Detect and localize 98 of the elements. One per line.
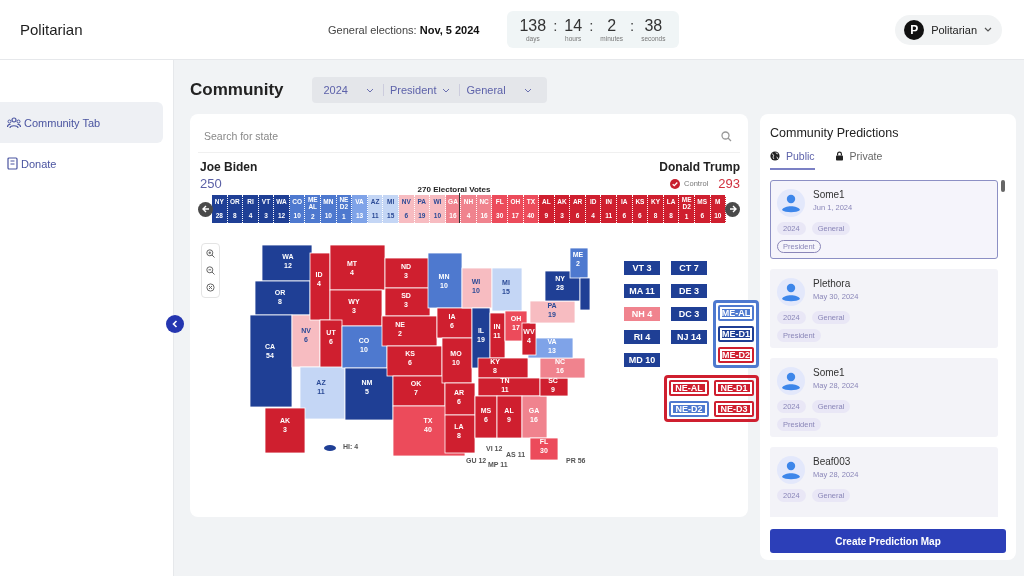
- electoral-vote-count: 293: [718, 176, 740, 191]
- state-shape[interactable]: [444, 382, 476, 416]
- state-shape[interactable]: [569, 247, 589, 279]
- user-menu-button[interactable]: P Politarian: [895, 14, 1002, 45]
- caret-icon: [442, 87, 451, 93]
- people-icon: [7, 116, 21, 129]
- state-chip[interactable]: CT 7: [671, 261, 707, 275]
- state-chip[interactable]: VT 3: [624, 261, 660, 275]
- countdown-value: 38: [644, 17, 663, 34]
- state-shape[interactable]: [436, 307, 473, 339]
- candidate-name: Donald Trump: [659, 160, 740, 174]
- countdown-separator: :: [630, 17, 635, 34]
- state-chip[interactable]: DC 3: [671, 307, 707, 321]
- state-shape[interactable]: [496, 395, 523, 439]
- filter-dropdown[interactable]: General: [459, 84, 541, 96]
- search-icon: [721, 130, 732, 142]
- user-name: Plethora: [813, 278, 852, 289]
- state-shape[interactable]: [329, 289, 383, 327]
- countdown-separator: :: [589, 17, 594, 34]
- panel-title: Community Predictions: [770, 126, 900, 140]
- state-shape[interactable]: [264, 407, 306, 454]
- state-shape[interactable]: [384, 287, 431, 317]
- filter-dropdown[interactable]: President: [383, 84, 460, 96]
- filter-dropdown[interactable]: 2024: [317, 84, 383, 96]
- check-icon: [670, 178, 681, 189]
- avatar-icon: [777, 456, 805, 484]
- caret-icon: [523, 87, 532, 93]
- state-shape[interactable]: [254, 280, 311, 316]
- lock-icon: [834, 151, 844, 161]
- state-shape[interactable]: [324, 445, 336, 451]
- user-name: Beaf003: [813, 456, 852, 467]
- state-shape[interactable]: [291, 314, 321, 368]
- state-shape[interactable]: [299, 366, 346, 420]
- state-shape[interactable]: [474, 395, 498, 439]
- scroll-left-button[interactable]: [198, 201, 213, 217]
- state-shape[interactable]: [529, 300, 576, 324]
- arrow-right-icon: [728, 205, 737, 213]
- district-chip[interactable]: NE-D2: [669, 401, 709, 417]
- district-chip[interactable]: ME-D1: [718, 326, 754, 342]
- state-chip[interactable]: NJ 14: [671, 330, 707, 344]
- threshold-label: 270 Electoral Votes: [417, 185, 491, 194]
- globe-icon: [770, 151, 780, 161]
- zoom-out-icon[interactable]: [206, 266, 215, 275]
- countdown-value: 2: [607, 17, 617, 34]
- create-map-button[interactable]: Create Prediction Map: [770, 529, 1006, 553]
- state-shape[interactable]: [309, 252, 331, 321]
- countdown-separator: :: [553, 17, 558, 34]
- state-shape[interactable]: [477, 357, 529, 379]
- page-title: Community: [190, 80, 284, 100]
- state-shape[interactable]: [319, 319, 343, 369]
- state-shape[interactable]: [261, 244, 313, 282]
- reset-icon[interactable]: [206, 283, 215, 292]
- caret-icon: [984, 27, 992, 32]
- scrollbar-thumb[interactable]: [1001, 180, 1005, 192]
- zoom-in-icon[interactable]: [206, 249, 215, 258]
- district-chip[interactable]: NE-D3: [714, 401, 754, 417]
- search-field[interactable]: Search for state: [204, 127, 721, 145]
- chevron-left-icon: [171, 320, 179, 328]
- election-date: General elections: Nov, 5 2024: [328, 23, 480, 36]
- user-name: Some1: [813, 189, 846, 200]
- district-chip[interactable]: NE-D1: [714, 380, 754, 396]
- countdown-value: 14: [564, 17, 583, 34]
- state-shape[interactable]: [521, 322, 537, 356]
- state-shape[interactable]: [427, 252, 463, 309]
- collapse-button[interactable]: [166, 315, 184, 333]
- avatar-icon: [777, 278, 805, 306]
- state-chip[interactable]: RI 4: [624, 330, 660, 344]
- district-chip[interactable]: ME-D2: [718, 347, 754, 363]
- caret-icon: [366, 87, 374, 93]
- user-name: Some1: [813, 367, 846, 378]
- state-shape[interactable]: [444, 414, 476, 454]
- state-shape[interactable]: [461, 267, 493, 309]
- candidate-name: Joe Biden: [200, 160, 258, 174]
- user-avatar: P: [904, 19, 925, 40]
- state-shape[interactable]: [579, 277, 591, 311]
- state-shape[interactable]: [477, 377, 541, 397]
- sidebar-item[interactable]: Donate: [0, 143, 163, 184]
- state-chip[interactable]: DE 3: [671, 284, 707, 298]
- avatar-icon: [777, 367, 805, 395]
- sidebar-item[interactable]: Community Tab: [0, 102, 163, 143]
- electoral-vote-count: 250: [200, 176, 223, 191]
- state-shape[interactable]: [441, 337, 473, 384]
- brand-name[interactable]: Politarian: [20, 21, 310, 38]
- visibility-tab[interactable]: Private: [834, 150, 883, 170]
- state-chip[interactable]: MA 11: [624, 284, 660, 298]
- visibility-tab[interactable]: Public: [770, 150, 815, 170]
- scroll-right-button[interactable]: [725, 201, 740, 217]
- state-shape[interactable]: [249, 314, 293, 408]
- district-chip[interactable]: ME-AL: [718, 305, 754, 321]
- arrow-left-icon: [201, 205, 210, 213]
- avatar-icon: [777, 189, 805, 217]
- state-shape[interactable]: [344, 367, 394, 421]
- receipt-icon: [7, 157, 18, 170]
- state-chip[interactable]: MD 10: [624, 353, 660, 367]
- state-shape[interactable]: [539, 377, 569, 397]
- state-shape[interactable]: [329, 244, 386, 291]
- countdown-value: 138: [519, 17, 547, 34]
- district-chip[interactable]: NE-AL: [669, 380, 709, 396]
